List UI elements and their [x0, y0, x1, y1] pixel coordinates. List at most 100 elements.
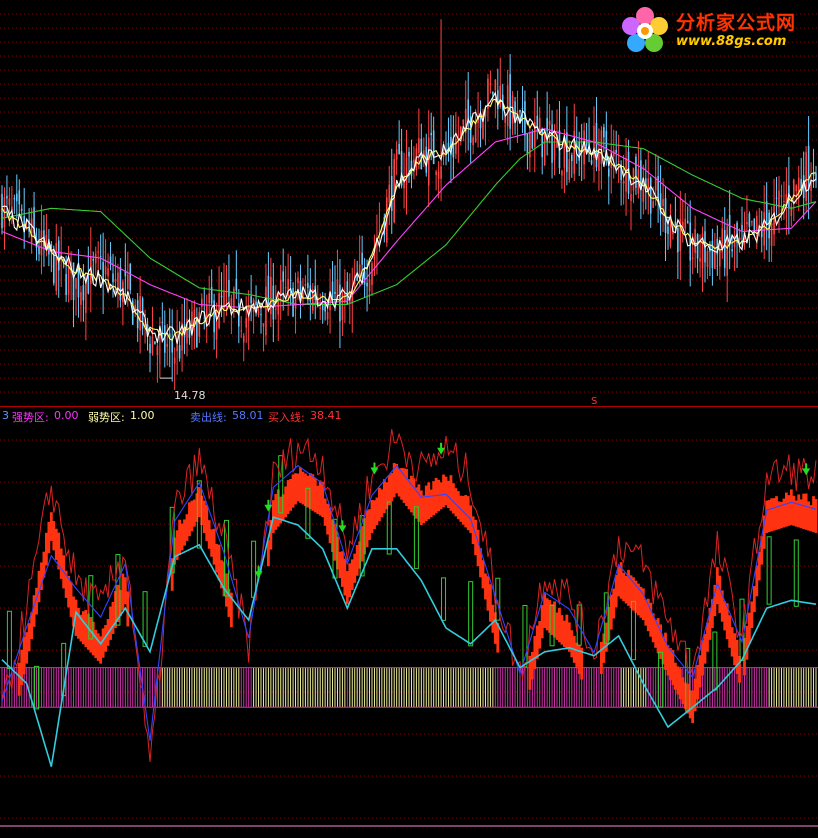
buy-line [1, 516, 817, 767]
momentum-bar [686, 683, 690, 714]
momentum-bar [47, 521, 51, 554]
momentum-bar [296, 473, 300, 502]
momentum-bar [671, 650, 675, 686]
momentum-bar [748, 612, 751, 644]
momentum-bar [674, 662, 677, 690]
momentum-bar [111, 601, 115, 634]
momentum-bar [178, 519, 181, 556]
momentum-bar [333, 523, 337, 561]
momentum-bar [286, 480, 290, 514]
momentum-bar [733, 633, 736, 666]
momentum-bar [775, 496, 778, 530]
momentum-bar [94, 629, 98, 659]
momentum-bar [25, 632, 29, 664]
momentum-bar [789, 489, 793, 526]
momentum-bar [348, 563, 352, 598]
momentum-bar [318, 480, 322, 516]
momentum-bar [343, 558, 347, 596]
momentum-bar [212, 528, 216, 565]
buy-line-value: 38.41 [310, 409, 342, 422]
momentum-bar [123, 577, 127, 605]
sell-line-value: 58.01 [232, 409, 264, 422]
momentum-bar [486, 576, 490, 611]
momentum-bar [464, 495, 468, 528]
momentum-bar [52, 521, 56, 551]
momentum-bar [565, 614, 569, 650]
momentum-bar [341, 551, 344, 587]
momentum-bar [644, 599, 648, 626]
momentum-bar [410, 475, 413, 513]
momentum-bar [373, 500, 376, 529]
momentum-bar [96, 633, 100, 661]
momentum-bar [489, 584, 492, 622]
momentum-bar [622, 572, 625, 602]
sell-arrow-icon [338, 525, 347, 533]
momentum-bar [600, 641, 603, 674]
momentum-bar [770, 498, 773, 532]
momentum-bar [432, 481, 436, 516]
momentum-bar [17, 662, 21, 696]
flower-logo-icon [622, 7, 668, 52]
momentum-bar [752, 586, 756, 613]
momentum-bar [530, 651, 534, 680]
momentum-bar [570, 630, 574, 658]
momentum-bar [69, 582, 73, 617]
momentum-bar [378, 487, 381, 522]
momentum-bar [360, 526, 364, 562]
momentum-bar [77, 607, 80, 639]
momentum-bar [609, 594, 613, 630]
momentum-bar [397, 468, 401, 497]
momentum-bar [535, 625, 539, 659]
momentum-bar [407, 479, 411, 510]
momentum-bar [202, 500, 206, 533]
momentum-bar [345, 571, 349, 605]
momentum-bar [654, 619, 658, 648]
momentum-bar [375, 497, 379, 526]
momentum-bar [350, 559, 354, 590]
momentum-bar [802, 493, 806, 529]
strong-zone-value: 0.00 [54, 409, 79, 422]
momentum-bar [814, 499, 818, 533]
momentum-bar [703, 633, 707, 664]
momentum-bar [180, 523, 184, 551]
weak-zone-label: 弱势区: [88, 411, 125, 424]
momentum-bar [718, 575, 722, 613]
momentum-bar [792, 495, 796, 526]
momentum-bar [99, 636, 103, 664]
momentum-bar [614, 575, 618, 608]
momentum-bar [32, 595, 36, 627]
momentum-bar [395, 463, 399, 494]
momentum-bar [745, 625, 749, 660]
momentum-bar [390, 473, 394, 502]
sell-arrow-icon [370, 467, 379, 475]
momentum-bar [126, 591, 130, 627]
momentum-bar [294, 473, 297, 505]
momentum-bar [355, 544, 359, 576]
momentum-bar [188, 502, 191, 537]
momentum-bar [676, 666, 680, 695]
momentum-bar [807, 501, 810, 531]
momentum-bar [452, 483, 455, 514]
signal-mark: S [591, 396, 598, 407]
momentum-bar [577, 644, 581, 674]
momentum-bar [563, 620, 566, 648]
momentum-bar [735, 639, 739, 674]
momentum-bar [540, 605, 544, 639]
momentum-bar [387, 475, 391, 506]
site-logo: 分析家公式网 www.88gs.com [618, 4, 814, 58]
momentum-bar [782, 498, 786, 528]
momentum-bar [454, 488, 458, 517]
sell-arrow-icon [264, 504, 273, 512]
momentum-bar [466, 496, 470, 531]
momentum-bar [666, 645, 670, 676]
momentum-bar [797, 494, 801, 528]
momentum-bar [730, 627, 734, 657]
momentum-bar [382, 479, 386, 514]
momentum-bar [313, 478, 317, 513]
momentum-bar [696, 664, 699, 700]
momentum-bar [424, 485, 428, 522]
momentum-bar [681, 677, 685, 705]
momentum-bar [328, 507, 332, 544]
momentum-bar [89, 617, 93, 653]
momentum-bar [274, 494, 278, 530]
